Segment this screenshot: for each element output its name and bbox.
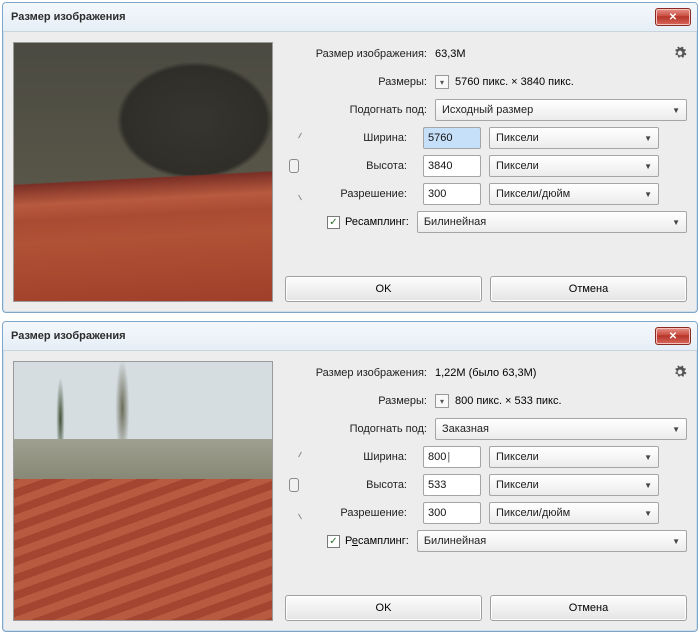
dialog-title: Размер изображения (11, 11, 126, 23)
size-label: Размер изображения: (285, 367, 435, 379)
dimensions-value: 5760 пикс. × 3840 пикс. (455, 76, 574, 88)
gear-icon[interactable] (673, 46, 687, 63)
resolution-label: Разрешение: (313, 507, 415, 519)
height-unit-select[interactable]: Пиксели▼ (489, 474, 659, 496)
chevron-down-icon: ▼ (644, 162, 652, 171)
close-button[interactable]: ✕ (655, 327, 691, 345)
dialog-title: Размер изображения (11, 330, 126, 342)
chevron-down-icon: ▼ (644, 134, 652, 143)
constrain-link-top (285, 138, 303, 139)
titlebar[interactable]: Размер изображения ✕ (3, 3, 697, 32)
resample-method-select[interactable]: Билинейная▼ (417, 530, 687, 552)
chevron-down-icon: ▼ (644, 190, 652, 199)
dimensions-unit-toggle[interactable]: ▾ (435, 75, 449, 89)
image-size-dialog: Размер изображения ✕ Размер изображения:… (2, 2, 698, 313)
dimensions-label: Размеры: (285, 395, 435, 407)
dimensions-unit-toggle[interactable]: ▾ (435, 394, 449, 408)
constrain-link-icon[interactable] (285, 478, 303, 492)
close-button[interactable]: ✕ (655, 8, 691, 26)
cancel-button[interactable]: Отмена (490, 276, 687, 302)
size-label: Размер изображения: (285, 48, 435, 60)
width-unit-select[interactable]: Пиксели▼ (489, 446, 659, 468)
titlebar[interactable]: Размер изображения ✕ (3, 322, 697, 351)
width-label: Ширина: (313, 451, 415, 463)
width-input[interactable]: 5760 (423, 127, 481, 149)
fit-to-label: Подогнать под: (285, 104, 435, 116)
chevron-down-icon: ▼ (644, 481, 652, 490)
chevron-down-icon: ▼ (644, 509, 652, 518)
height-label: Высота: (313, 479, 415, 491)
resolution-input[interactable]: 300 (423, 502, 481, 524)
height-unit-select[interactable]: Пиксели▼ (489, 155, 659, 177)
preview-thumbnail[interactable] (13, 42, 273, 302)
constrain-link-bot (285, 513, 303, 514)
height-input[interactable]: 533 (423, 474, 481, 496)
size-value: 1,22M (было 63,3M) (435, 367, 536, 379)
width-input[interactable]: 800 (423, 446, 481, 468)
height-label: Высота: (313, 160, 415, 172)
chevron-down-icon: ▼ (672, 537, 680, 546)
resample-label: Ресамплинг: (345, 535, 409, 547)
resample-label: Ресамплинг: (345, 216, 409, 228)
ok-button[interactable]: OK (285, 595, 482, 621)
resample-method-select[interactable]: Билинейная▼ (417, 211, 687, 233)
cancel-button[interactable]: Отмена (490, 595, 687, 621)
dimensions-value: 800 пикс. × 533 пикс. (455, 395, 562, 407)
dimensions-label: Размеры: (285, 76, 435, 88)
width-label: Ширина: (313, 132, 415, 144)
gear-icon[interactable] (673, 365, 687, 382)
resolution-input[interactable]: 300 (423, 183, 481, 205)
resample-checkbox[interactable]: ✓ (327, 216, 340, 229)
constrain-link-top (285, 457, 303, 458)
constrain-link-icon[interactable] (285, 159, 303, 173)
resample-checkbox[interactable]: ✓ (327, 535, 340, 548)
close-icon: ✕ (669, 12, 677, 23)
fit-to-select[interactable]: Заказная ▼ (435, 418, 687, 440)
chevron-down-icon: ▼ (672, 106, 680, 115)
constrain-link-bot (285, 194, 303, 195)
height-input[interactable]: 3840 (423, 155, 481, 177)
resolution-label: Разрешение: (313, 188, 415, 200)
preview-thumbnail[interactable] (13, 361, 273, 621)
chevron-down-icon: ▼ (672, 218, 680, 227)
width-unit-select[interactable]: Пиксели▼ (489, 127, 659, 149)
close-icon: ✕ (669, 331, 677, 342)
chevron-down-icon: ▼ (644, 453, 652, 462)
size-value: 63,3M (435, 48, 466, 60)
resolution-unit-select[interactable]: Пиксели/дюйм▼ (489, 502, 659, 524)
fit-to-select[interactable]: Исходный размер ▼ (435, 99, 687, 121)
ok-button[interactable]: OK (285, 276, 482, 302)
fit-to-label: Подогнать под: (285, 423, 435, 435)
resolution-unit-select[interactable]: Пиксели/дюйм▼ (489, 183, 659, 205)
image-size-dialog: Размер изображения ✕ Размер изображения:… (2, 321, 698, 632)
chevron-down-icon: ▼ (672, 425, 680, 434)
